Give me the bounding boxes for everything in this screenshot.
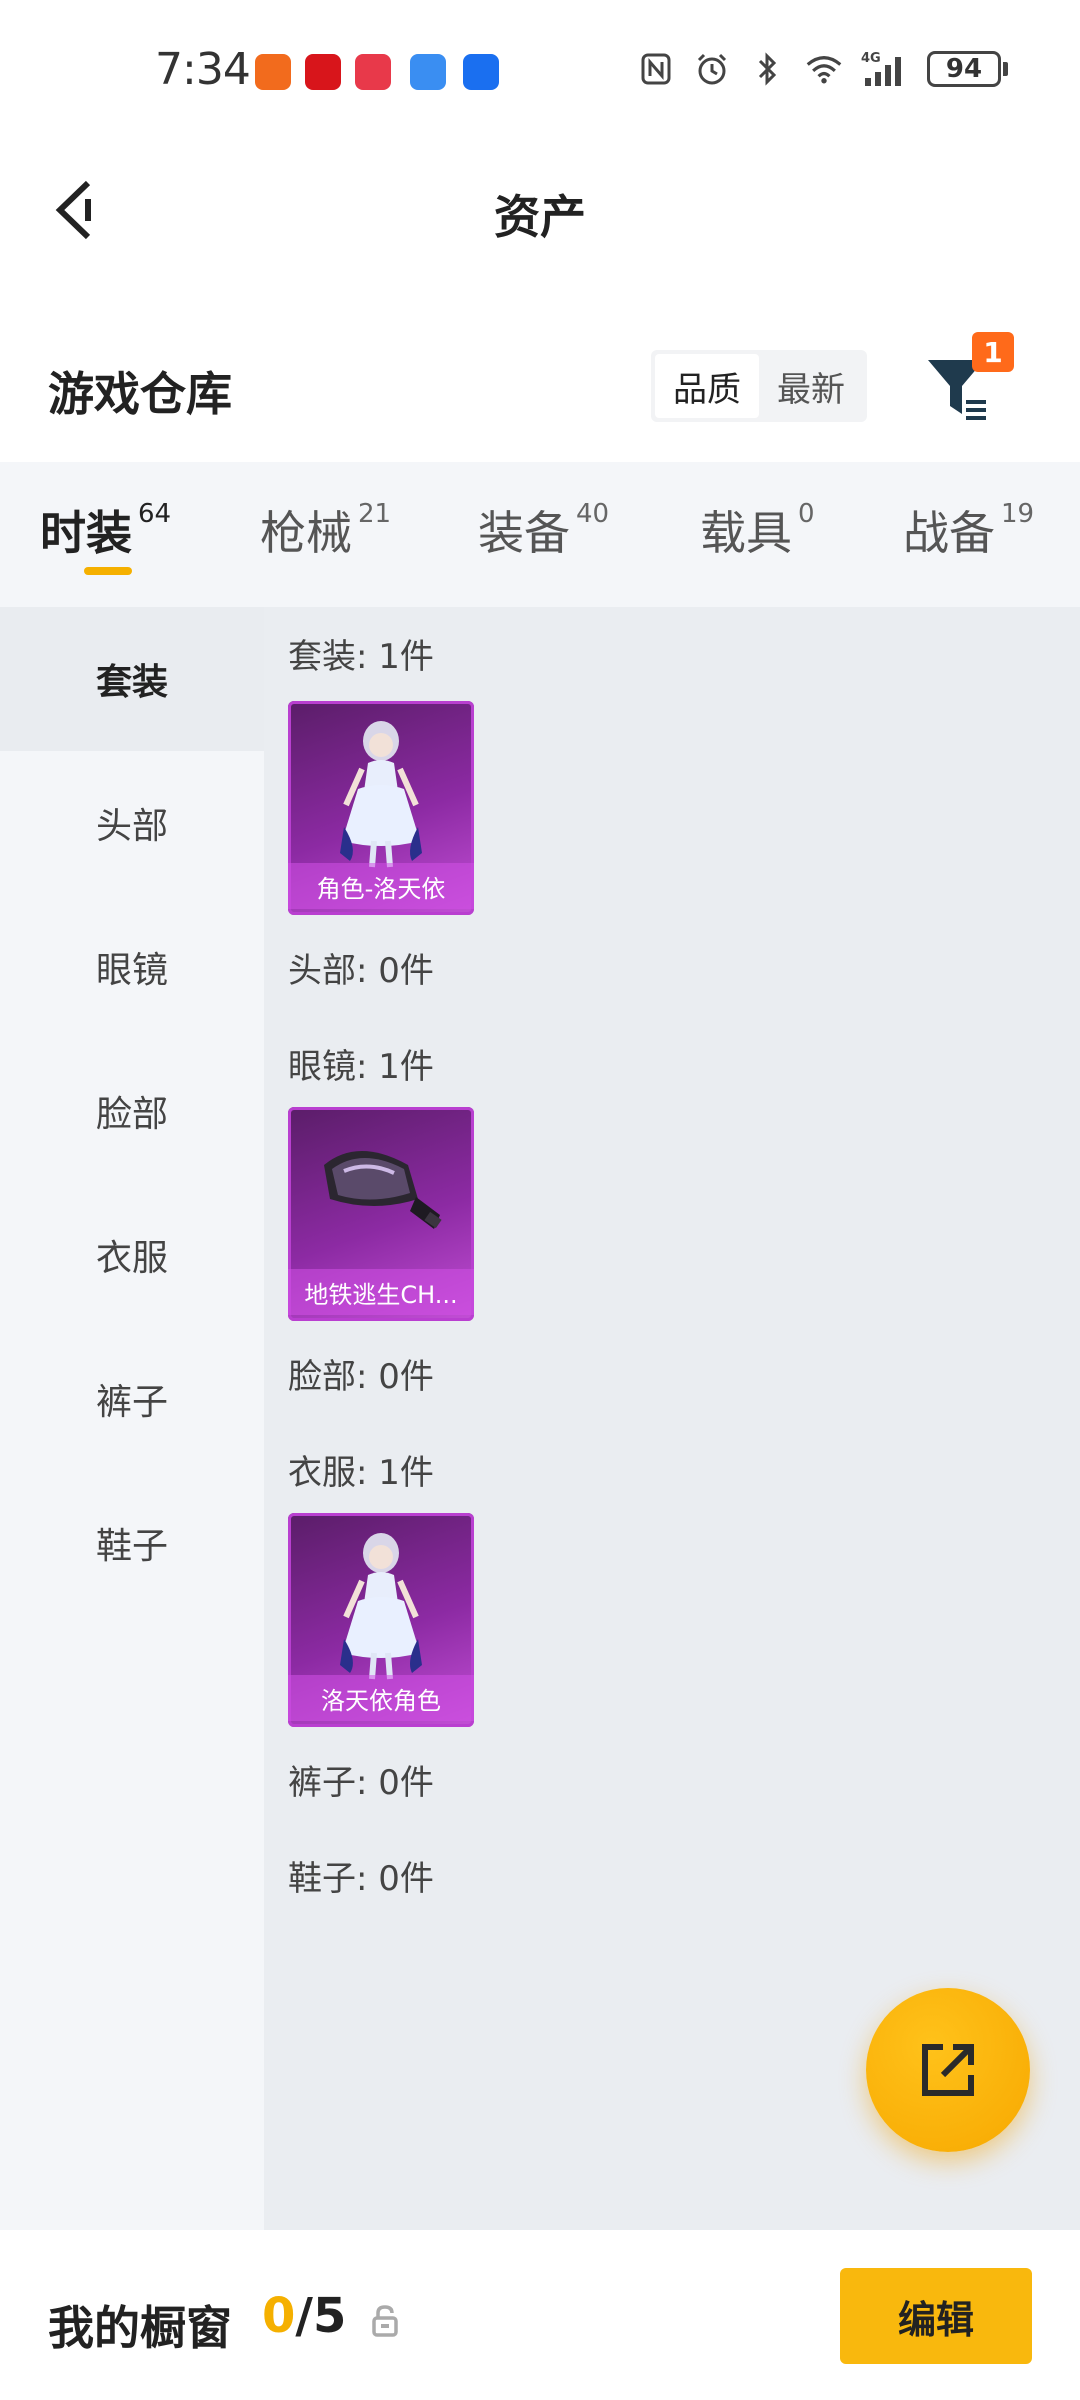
item-list: 套装: 1件 角色-洛天依 头部: 0件 眼镜: 1件 地铁逃生CH... 脸部… <box>264 607 1080 2230</box>
sidebar-item-face[interactable]: 脸部 <box>0 1039 264 1183</box>
filter-button[interactable]: 1 <box>920 332 1014 430</box>
notification-app-icon-2 <box>305 54 341 90</box>
tab-count: 40 <box>576 499 610 529</box>
share-export-icon <box>922 2044 974 2096</box>
tab-label: 装备 <box>478 506 570 560</box>
filter-count-badge: 1 <box>972 332 1014 372</box>
item-card-suit[interactable]: 角色-洛天依 <box>288 701 474 915</box>
section-label-head: 头部: 0件 <box>288 951 434 991</box>
tab-label: 载具 <box>700 506 792 560</box>
tab-label: 战备 <box>903 506 995 560</box>
item-name: 角色-洛天依 <box>288 863 474 909</box>
sidebar-item-head[interactable]: 头部 <box>0 751 264 895</box>
tab-count: 19 <box>1001 499 1035 529</box>
sort-newest-button[interactable]: 最新 <box>759 354 863 418</box>
page-title: 资产 <box>494 190 586 244</box>
status-bar: 7:34 4G 94 <box>0 0 1080 145</box>
item-card-clothes[interactable]: 洛天依角色 <box>288 1513 474 1727</box>
section-label-clothes: 衣服: 1件 <box>288 1453 434 1493</box>
character-figure-icon <box>340 721 422 868</box>
tab-fashion[interactable]: 时装 64 <box>40 497 171 563</box>
sort-toggle: 品质 最新 <box>651 350 867 422</box>
showcase-bar: 我的橱窗 0/5 编辑 <box>0 2230 1080 2400</box>
tab-supplies[interactable]: 战备 19 <box>903 497 1034 563</box>
notification-app-icon-3 <box>355 54 391 90</box>
sidebar-item-clothes[interactable]: 衣服 <box>0 1183 264 1327</box>
tab-label: 时装 <box>40 506 132 560</box>
cellular-signal-icon: 4G <box>861 50 909 88</box>
showcase-label: 我的橱窗 <box>48 2301 232 2355</box>
item-name: 地铁逃生CH... <box>288 1269 474 1315</box>
app-header: 资产 <box>0 145 1080 275</box>
sidebar-item-glasses[interactable]: 眼镜 <box>0 895 264 1039</box>
battery-indicator: 94 <box>927 51 1008 87</box>
battery-level: 94 <box>927 51 1001 87</box>
character-figure-icon <box>340 1533 422 1680</box>
tab-firearms[interactable]: 枪械 21 <box>260 497 391 563</box>
sort-quality-button[interactable]: 品质 <box>655 354 759 418</box>
item-card-glasses[interactable]: 地铁逃生CH... <box>288 1107 474 1321</box>
tab-vehicles[interactable]: 载具 0 <box>700 497 815 563</box>
section-label-face: 脸部: 0件 <box>288 1357 434 1397</box>
sidebar-item-pants[interactable]: 裤子 <box>0 1327 264 1471</box>
status-icons: 4G 94 <box>637 50 1008 88</box>
tab-count: 64 <box>138 499 172 529</box>
battery-tip <box>1003 62 1008 76</box>
status-time: 7:34 <box>155 44 251 95</box>
showcase-total: /5 <box>295 2288 347 2344</box>
subcategory-sidebar: 套装 头部 眼镜 脸部 衣服 裤子 鞋子 <box>0 607 264 2230</box>
tab-count: 21 <box>358 499 392 529</box>
alarm-icon <box>693 50 731 88</box>
tab-count: 0 <box>798 499 815 529</box>
svg-text:4G: 4G <box>861 51 881 66</box>
tab-equipment[interactable]: 装备 40 <box>478 497 609 563</box>
lock-icon <box>372 2305 398 2337</box>
share-button[interactable] <box>866 1988 1030 2152</box>
wifi-icon <box>805 50 843 88</box>
warehouse-title: 游戏仓库 <box>48 367 232 421</box>
notification-app-icon-1 <box>255 54 291 90</box>
section-label-pants: 裤子: 0件 <box>288 1763 434 1803</box>
showcase-count: 0/5 <box>262 2288 346 2344</box>
category-tabbar: 时装 64 枪械 21 装备 40 载具 0 战备 19 <box>0 462 1080 607</box>
item-name: 洛天依角色 <box>288 1675 474 1721</box>
edit-button[interactable]: 编辑 <box>840 2268 1032 2364</box>
sidebar-item-shoes[interactable]: 鞋子 <box>0 1471 264 1615</box>
notification-app-icon-4 <box>410 54 446 90</box>
section-label-suit: 套装: 1件 <box>288 637 434 677</box>
nfc-icon <box>637 50 675 88</box>
bluetooth-icon <box>749 50 787 88</box>
goggles-icon <box>324 1151 442 1229</box>
section-label-glasses: 眼镜: 1件 <box>288 1047 434 1087</box>
sidebar-item-suit[interactable]: 套装 <box>0 607 264 751</box>
notification-app-icon-5 <box>463 54 499 90</box>
active-tab-indicator <box>84 567 132 575</box>
section-label-shoes: 鞋子: 0件 <box>288 1859 434 1899</box>
tab-label: 枪械 <box>260 506 352 560</box>
showcase-current: 0 <box>262 2288 296 2344</box>
